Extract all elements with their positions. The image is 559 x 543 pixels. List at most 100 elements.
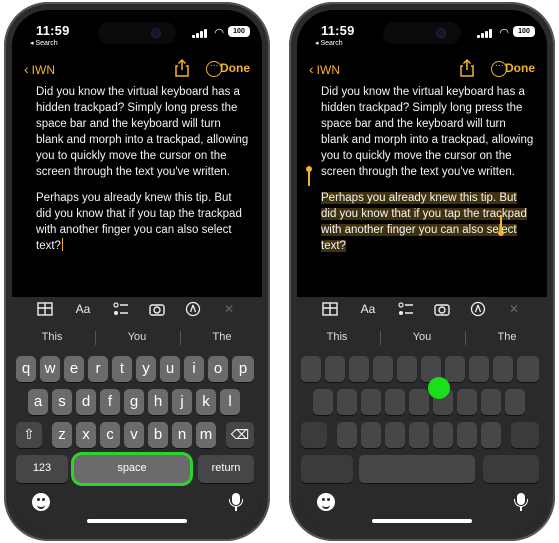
key-v[interactable]: v — [124, 422, 144, 448]
key-b[interactable]: b — [148, 422, 168, 448]
trackpad-key[interactable] — [445, 356, 465, 382]
trackpad-key[interactable] — [481, 422, 501, 448]
space-key[interactable]: space — [74, 455, 190, 483]
suggestion-item[interactable]: This — [297, 327, 377, 347]
key-w[interactable]: w — [40, 356, 60, 382]
key-y[interactable]: y — [136, 356, 156, 382]
trackpad-key[interactable] — [313, 389, 333, 415]
trackpad-key[interactable] — [493, 356, 513, 382]
trackpad-key[interactable] — [517, 356, 539, 382]
trackpad-key[interactable] — [361, 422, 381, 448]
key-u[interactable]: u — [160, 356, 180, 382]
trackpad-key[interactable] — [409, 422, 429, 448]
trackpad-key[interactable] — [301, 455, 353, 483]
table-icon[interactable] — [321, 301, 339, 317]
key-x[interactable]: x — [76, 422, 96, 448]
note-body[interactable]: Did you know the virtual keyboard has a … — [36, 84, 250, 264]
key-p[interactable]: p — [232, 356, 254, 382]
key-q[interactable]: q — [16, 356, 36, 382]
trackpad-key[interactable] — [457, 389, 477, 415]
emoji-icon[interactable] — [317, 493, 335, 511]
share-icon[interactable] — [457, 58, 477, 78]
markup-icon[interactable] — [184, 301, 202, 317]
close-icon[interactable]: ✕ — [220, 301, 238, 317]
key-f[interactable]: f — [100, 389, 120, 415]
key-l[interactable]: l — [220, 389, 240, 415]
key-i[interactable]: i — [184, 356, 204, 382]
trackpad-key[interactable] — [361, 389, 381, 415]
back-to-app-link[interactable]: ◂ Search — [30, 39, 58, 47]
trackpad-key[interactable] — [505, 389, 525, 415]
selected-text[interactable]: Perhaps you already knew this tip. But d… — [321, 192, 527, 252]
trackpad-key[interactable] — [457, 422, 477, 448]
key-c[interactable]: c — [100, 422, 120, 448]
key-j[interactable]: j — [172, 389, 192, 415]
key-r[interactable]: r — [88, 356, 108, 382]
format-text-button[interactable]: Aa — [72, 301, 94, 317]
key-t[interactable]: t — [112, 356, 132, 382]
return-key[interactable]: return — [198, 455, 254, 483]
suggestion-divider — [95, 331, 96, 345]
key-g[interactable]: g — [124, 389, 144, 415]
key-z[interactable]: z — [52, 422, 72, 448]
trackpad-key[interactable] — [483, 455, 539, 483]
trackpad-key[interactable] — [469, 356, 489, 382]
trackpad-key[interactable] — [385, 389, 405, 415]
key-s[interactable]: s — [52, 389, 72, 415]
suggestion-item[interactable]: The — [467, 327, 547, 347]
suggestion-bar: This You The — [297, 327, 547, 349]
selection-end-handle[interactable] — [498, 230, 504, 236]
suggestion-item[interactable]: The — [182, 327, 262, 347]
trackpad-key[interactable] — [481, 389, 501, 415]
key-m[interactable]: m — [196, 422, 216, 448]
format-text-button[interactable]: Aa — [357, 301, 379, 317]
key-k[interactable]: k — [196, 389, 216, 415]
back-button[interactable]: ‹ IWN — [24, 61, 55, 77]
suggestion-item[interactable]: You — [382, 327, 462, 347]
back-label: IWN — [31, 63, 55, 77]
suggestion-item[interactable]: This — [12, 327, 92, 347]
mic-icon[interactable] — [514, 493, 528, 511]
share-icon[interactable] — [172, 58, 192, 78]
trackpad-key[interactable] — [337, 422, 357, 448]
done-button[interactable]: Done — [220, 61, 250, 75]
back-to-app-link[interactable]: ◂ Search — [315, 39, 343, 47]
checklist-icon[interactable] — [397, 301, 415, 317]
close-icon[interactable]: ✕ — [505, 301, 523, 317]
home-indicator[interactable] — [372, 519, 472, 523]
trackpad-key[interactable] — [409, 389, 429, 415]
shift-key[interactable]: ⇧ — [16, 422, 42, 448]
trackpad-key[interactable] — [397, 356, 417, 382]
trackpad-key[interactable] — [349, 356, 369, 382]
emoji-icon[interactable] — [32, 493, 50, 511]
back-button[interactable]: ‹ IWN — [309, 61, 340, 77]
key-e[interactable]: e — [64, 356, 84, 382]
key-n[interactable]: n — [172, 422, 192, 448]
done-button[interactable]: Done — [505, 61, 535, 75]
trackpad-key[interactable] — [359, 455, 475, 483]
key-a[interactable]: a — [28, 389, 48, 415]
camera-icon[interactable] — [433, 301, 451, 317]
trackpad-key[interactable] — [301, 422, 327, 448]
key-h[interactable]: h — [148, 389, 168, 415]
trackpad-key[interactable] — [325, 356, 345, 382]
numbers-key[interactable]: 123 — [16, 455, 68, 483]
note-body[interactable]: Did you know the virtual keyboard has a … — [321, 84, 535, 264]
mic-icon[interactable] — [229, 493, 243, 511]
suggestion-item[interactable]: You — [97, 327, 177, 347]
table-icon[interactable] — [36, 301, 54, 317]
trackpad-key[interactable] — [511, 422, 539, 448]
trackpad-key[interactable] — [301, 356, 321, 382]
key-d[interactable]: d — [76, 389, 96, 415]
home-indicator[interactable] — [87, 519, 187, 523]
trackpad-key[interactable] — [385, 422, 405, 448]
trackpad-key[interactable] — [337, 389, 357, 415]
markup-icon[interactable] — [469, 301, 487, 317]
trackpad-key[interactable] — [373, 356, 393, 382]
checklist-icon[interactable] — [112, 301, 130, 317]
delete-key[interactable]: ⌫ — [226, 422, 254, 448]
right-screen: 11:59 ◂ Search ◠ 100 ‹ IWN ··· Done Did y… — [297, 10, 547, 533]
key-o[interactable]: o — [208, 356, 228, 382]
trackpad-key[interactable] — [433, 422, 453, 448]
camera-icon[interactable] — [148, 301, 166, 317]
